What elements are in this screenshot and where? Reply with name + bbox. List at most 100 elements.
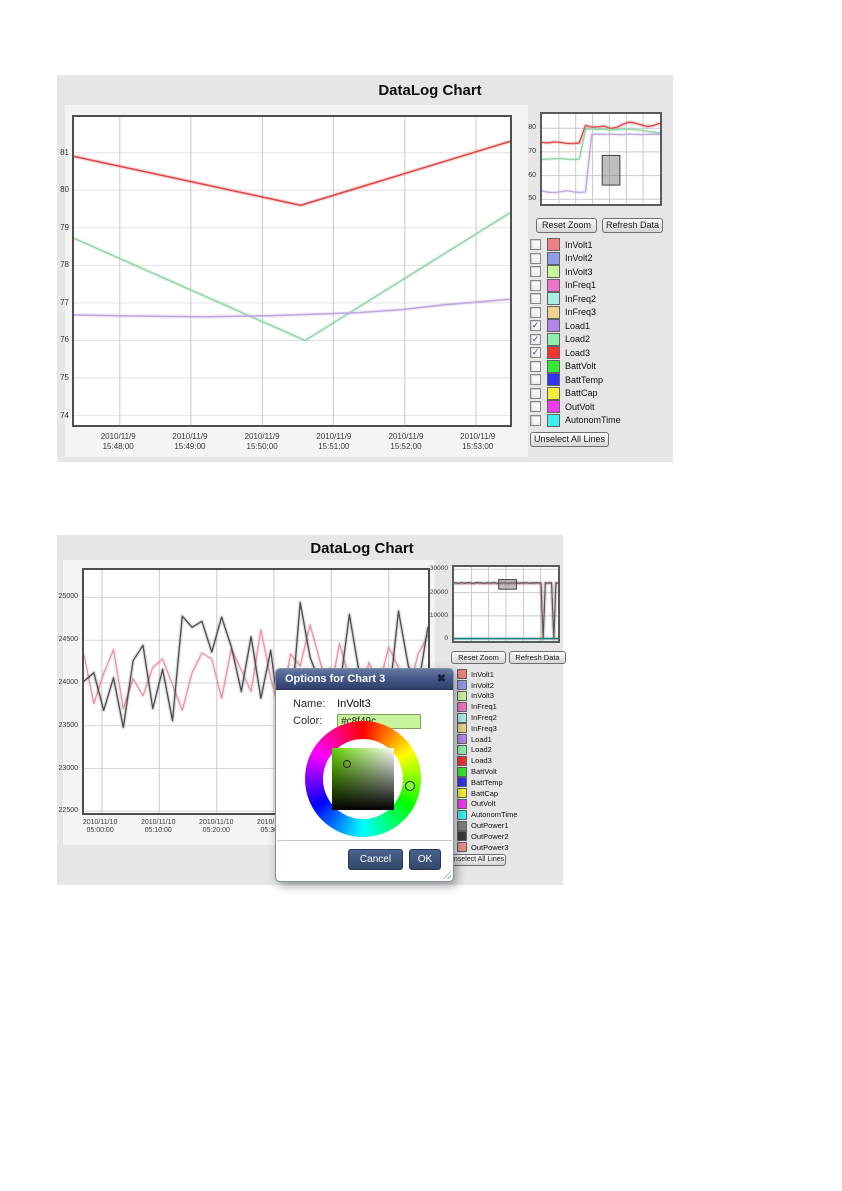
y-tick-label: 60 [528, 171, 536, 179]
legend-checkbox[interactable]: ✓ [530, 333, 541, 345]
y-tick-label: 23000 [58, 764, 78, 772]
legend-label: OutVolt [565, 401, 595, 412]
ok-button[interactable]: OK [409, 849, 441, 870]
legend-checkbox[interactable] [530, 306, 541, 318]
legend-color-swatch[interactable] [547, 319, 560, 333]
x-tick-label: 2010/11/10 05:10:00 [140, 819, 176, 834]
overview-mini-chart[interactable] [540, 112, 662, 206]
x-axis-labels: 2010/11/9 15:48:00 2010/11/9 15:49:00 2010/1… [72, 432, 512, 454]
x-tick-label: 2010/11/10 05:20:00 [199, 819, 234, 834]
reset-zoom-button[interactable]: Reset Zoom [536, 218, 597, 233]
dialog-titlebar[interactable]: Options for Chart 3 ✖ [276, 669, 453, 690]
legend-color-swatch[interactable] [457, 712, 467, 723]
legend-color-swatch[interactable] [547, 292, 560, 306]
legend-checkbox[interactable]: ✓ [530, 347, 541, 359]
legend-checkbox[interactable] [530, 401, 541, 413]
series-legend: InVolt1 InVolt2 InVolt3 InFreq1 InFreq2 … [530, 238, 621, 427]
legend-color-swatch[interactable] [457, 669, 467, 680]
legend-label: Load3 [565, 347, 591, 358]
legend-label: InVolt3 [471, 691, 494, 701]
y-axis-labels: 81 80 79 78 77 76 75 74 [57, 115, 71, 427]
legend-color-swatch[interactable] [547, 386, 560, 400]
legend-color-swatch[interactable] [457, 809, 467, 820]
legend-color-swatch[interactable] [547, 265, 560, 279]
legend-checkbox[interactable] [530, 252, 541, 264]
legend-label: OutPower3 [471, 842, 509, 852]
legend-color-swatch[interactable] [547, 400, 560, 414]
legend-color-swatch[interactable] [457, 766, 467, 777]
legend-color-swatch[interactable] [457, 734, 467, 745]
color-wheel[interactable] [305, 721, 421, 837]
legend-row: InFreq2 [530, 292, 621, 306]
refresh-data-button[interactable]: Refresh Data [602, 218, 663, 233]
legend-color-swatch[interactable] [547, 332, 560, 346]
legend-color-swatch[interactable] [457, 798, 467, 809]
legend-color-swatch[interactable] [547, 238, 560, 252]
y-tick-label: 79 [60, 222, 69, 232]
legend-checkbox[interactable] [530, 360, 541, 372]
legend-color-swatch[interactable] [457, 777, 467, 788]
page: { "check_glyph": "✓", "panel_top": { "ti… [0, 0, 842, 1191]
legend-row: BattVolt [530, 359, 621, 374]
legend-row: InFreq3 [530, 305, 621, 320]
cancel-button[interactable]: Cancel [348, 849, 403, 870]
legend-checkbox[interactable] [530, 239, 541, 251]
chart-canvas [541, 114, 661, 204]
legend-color-swatch[interactable] [457, 680, 467, 691]
legend-checkbox[interactable] [530, 293, 541, 305]
legend-checkbox[interactable] [530, 266, 541, 278]
refresh-data-button[interactable]: Refresh Data [509, 651, 566, 664]
y-tick-label: 78 [60, 260, 69, 270]
y-tick-label: 75 [60, 373, 69, 383]
legend-color-swatch[interactable] [547, 373, 560, 387]
legend-label: InFreq1 [471, 702, 497, 712]
legend-color-swatch[interactable] [457, 723, 467, 734]
legend-color-swatch[interactable] [547, 346, 560, 360]
chart-canvas [73, 117, 512, 425]
sv-marker-icon[interactable] [343, 760, 351, 768]
legend-color-swatch[interactable] [457, 831, 467, 842]
legend-label: OutVolt [471, 799, 496, 809]
legend-label: OutPower1 [471, 821, 509, 831]
legend-color-swatch[interactable] [457, 842, 467, 853]
x-tick-label: 2010/11/9 15:52:00 [388, 432, 424, 451]
overview-mini-chart[interactable] [452, 565, 560, 643]
legend-color-swatch[interactable] [457, 690, 467, 701]
legend-checkbox[interactable] [530, 279, 541, 291]
legend-label: AutonomTime [565, 415, 621, 426]
x-tick-label: 2010/11/9 15:48:00 [100, 432, 136, 451]
legend-color-swatch[interactable] [457, 744, 467, 755]
legend-color-swatch[interactable] [457, 788, 467, 799]
legend-color-swatch[interactable] [457, 755, 467, 766]
x-tick-label: 2010/11/9 15:49:00 [172, 432, 208, 451]
legend-color-swatch[interactable] [547, 413, 560, 427]
reset-zoom-button[interactable]: Reset Zoom [451, 651, 506, 664]
legend-row: BattTemp [530, 373, 621, 387]
legend-label: InFreq3 [565, 307, 597, 318]
legend-color-swatch[interactable] [547, 251, 560, 265]
unselect-all-lines-button[interactable]: Unselect All Lines [447, 854, 506, 866]
y-tick-label: 50 [528, 195, 536, 203]
legend-color-swatch[interactable] [547, 359, 560, 373]
legend-checkbox[interactable] [530, 387, 541, 399]
hue-marker-icon[interactable] [405, 781, 415, 791]
legend-color-swatch[interactable] [547, 278, 560, 292]
legend-label: BattVolt [565, 361, 597, 372]
legend-checkbox[interactable] [530, 374, 541, 386]
legend-color-swatch[interactable] [457, 820, 467, 831]
y-tick-label: 80 [60, 185, 69, 195]
saturation-value-square[interactable] [332, 748, 394, 810]
page-title: DataLog Chart [378, 82, 482, 99]
legend-row: ✓ Load2 [530, 332, 621, 347]
name-row: Name: InVolt3 [293, 698, 371, 710]
close-icon[interactable]: ✖ [437, 669, 446, 690]
legend-checkbox[interactable]: ✓ [530, 320, 541, 332]
main-chart-plot[interactable] [72, 115, 512, 427]
unselect-all-lines-button[interactable]: Unselect All Lines [530, 432, 609, 447]
legend-row: ✓ Load3 [530, 346, 621, 360]
legend-color-swatch[interactable] [457, 701, 467, 712]
legend-label: InFreq2 [471, 713, 497, 723]
legend-color-swatch[interactable] [547, 305, 560, 319]
legend-checkbox[interactable] [530, 414, 541, 426]
legend-row: InVolt3 [530, 265, 621, 279]
